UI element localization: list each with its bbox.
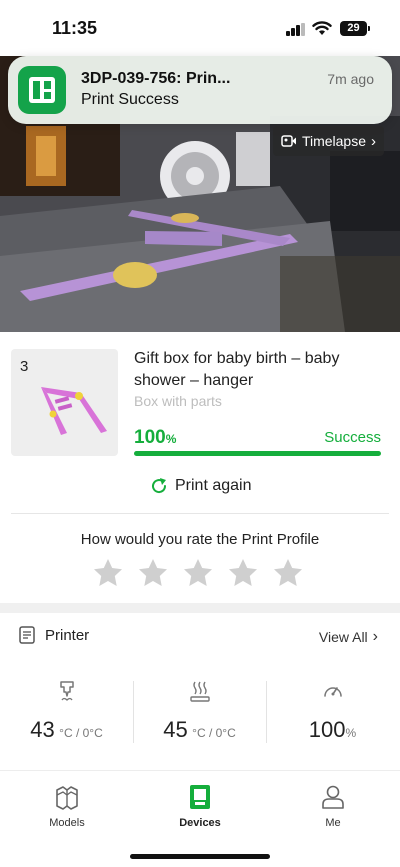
task-subtitle: Box with parts <box>134 393 222 409</box>
cellular-signal-icon <box>286 23 306 36</box>
app-icon <box>18 66 66 114</box>
chevron-right-icon: › <box>372 628 378 645</box>
star-icon[interactable] <box>92 557 124 589</box>
rating-stars <box>92 557 304 589</box>
tab-me[interactable]: Me <box>293 783 373 829</box>
view-all-label: View All <box>318 629 368 645</box>
tab-bar: Models Devices Me <box>0 770 400 867</box>
nozzle-icon <box>59 681 74 701</box>
print-speed[interactable]: 100% <box>266 679 399 745</box>
progress-percent: 100% <box>134 427 176 449</box>
print-again-button[interactable]: Print again <box>149 476 252 496</box>
progress-value: 100 <box>134 427 166 448</box>
timelapse-button[interactable]: Timelapse › <box>272 126 384 156</box>
refresh-icon <box>152 478 167 494</box>
speedometer-icon <box>323 687 342 697</box>
model-thumbnail[interactable]: 3 <box>11 349 118 456</box>
notification-time: 7m ago <box>327 71 374 87</box>
person-icon <box>322 785 344 809</box>
notification-body: Print Success <box>81 91 179 108</box>
view-all-button[interactable]: View All › <box>319 628 378 646</box>
bed-temp[interactable]: 45 °C / 0°C <box>133 679 266 745</box>
tab-models[interactable]: Models <box>27 783 107 829</box>
printer-label: Printer <box>45 626 90 644</box>
video-camera-icon <box>281 135 296 147</box>
tab-label: Models <box>49 817 85 829</box>
model-preview-image <box>41 387 107 435</box>
printer-stats: 43 °C / 0°C 45 °C / 0°C 100% <box>0 679 400 745</box>
tab-devices[interactable]: Devices <box>160 783 240 829</box>
status-time: 11:35 <box>52 18 98 38</box>
star-icon[interactable] <box>137 557 169 589</box>
task-title: Gift box for baby birth – baby shower – … <box>134 350 340 389</box>
progress-fill <box>134 451 381 456</box>
star-icon[interactable] <box>182 557 214 589</box>
progress-bar <box>134 451 381 456</box>
models-icon <box>56 786 78 810</box>
battery-cap <box>368 26 370 31</box>
star-icon[interactable] <box>227 557 259 589</box>
bed-temp-unit: °C / 0°C <box>192 726 236 740</box>
notification-banner[interactable]: 3DP-039-756: Prin... Print Success 7m ag… <box>8 56 392 124</box>
battery-indicator: 29 <box>340 21 367 36</box>
chevron-right-icon: › <box>371 132 376 150</box>
nozzle-temp-value: 43 <box>30 717 55 742</box>
progress-unit: % <box>165 432 177 446</box>
star-icon[interactable] <box>272 557 304 589</box>
status-text: Success <box>324 429 381 446</box>
print-again-label: Print again <box>175 477 252 494</box>
heatbed-icon <box>189 681 210 702</box>
printer-header: Printer <box>19 626 89 644</box>
speed-value: 100 <box>308 717 346 742</box>
notification-title: 3DP-039-756: Prin... <box>81 70 231 87</box>
nozzle-temp[interactable]: 43 °C / 0°C <box>0 679 133 745</box>
timelapse-label: Timelapse <box>301 133 366 149</box>
tab-label: Me <box>325 817 341 829</box>
devices-icon <box>190 785 210 809</box>
nozzle-temp-unit: °C / 0°C <box>59 726 103 740</box>
wifi-icon <box>312 21 332 35</box>
status-bar: 11:35 29 <box>0 0 400 56</box>
divider <box>11 513 389 514</box>
speed-unit: % <box>345 726 357 740</box>
tab-label: Devices <box>179 817 221 829</box>
home-indicator[interactable] <box>130 854 270 859</box>
bed-temp-value: 45 <box>163 717 188 742</box>
section-separator <box>0 603 400 613</box>
rating-prompt: How would you rate the Print Profile <box>80 531 320 548</box>
document-icon <box>19 626 35 644</box>
